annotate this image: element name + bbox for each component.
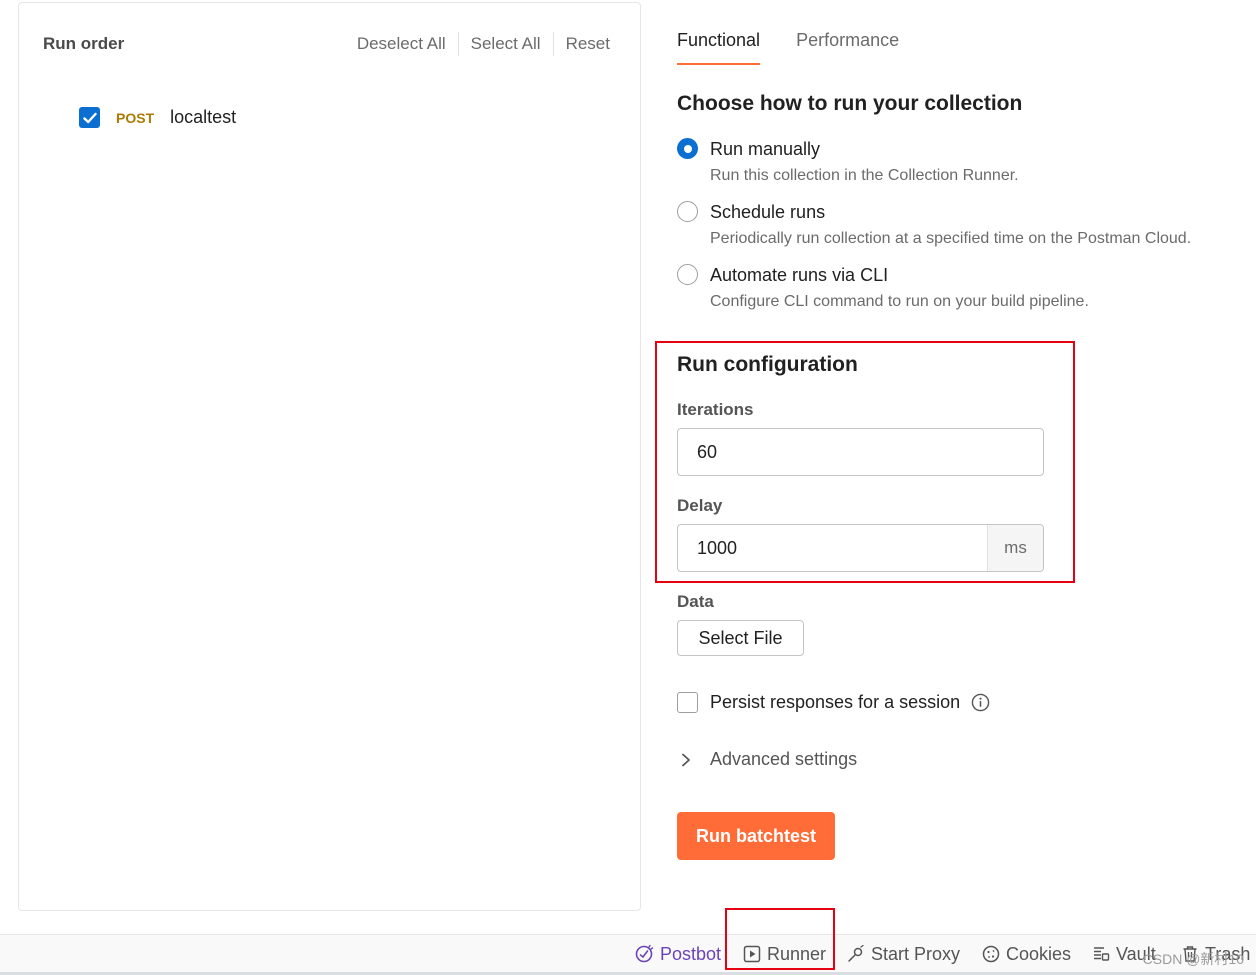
iterations-field[interactable] <box>677 428 1044 476</box>
runner-label: Runner <box>767 943 827 964</box>
deselect-all-button[interactable]: Deselect All <box>345 34 458 54</box>
run-order-header: Run order Deselect All Select All Reset <box>43 31 616 57</box>
automate-cli-radio[interactable] <box>677 264 698 285</box>
run-manually-option[interactable]: Run manually Run this collection in the … <box>677 137 1019 187</box>
runner-tabs: Functional Performance <box>677 30 935 65</box>
cookies-label: Cookies <box>1006 943 1072 964</box>
delay-label: Delay <box>677 496 723 515</box>
runner-icon <box>743 945 761 963</box>
delay-field[interactable]: ms <box>677 524 1044 572</box>
run-collection-button[interactable]: Run batchtest <box>677 812 835 860</box>
data-label: Data <box>677 592 714 611</box>
persist-responses-option[interactable]: Persist responses for a session <box>677 692 990 713</box>
run-manually-description: Run this collection in the Collection Ru… <box>710 167 1019 184</box>
schedule-runs-label: Schedule runs <box>710 202 826 222</box>
request-item[interactable]: POST localtest <box>79 107 236 128</box>
run-order-actions: Deselect All Select All Reset <box>345 32 616 56</box>
schedule-runs-radio[interactable] <box>677 201 698 222</box>
request-checkbox[interactable] <box>79 107 100 128</box>
automate-cli-description: Configure CLI command to run on your bui… <box>710 293 1089 310</box>
request-name: localtest <box>170 107 237 127</box>
run-manually-radio[interactable] <box>677 138 698 159</box>
start-proxy-button[interactable]: Start Proxy <box>847 935 960 973</box>
select-all-button[interactable]: Select All <box>459 34 553 54</box>
run-manually-label: Run manually <box>710 139 821 159</box>
automate-cli-label: Automate runs via CLI <box>710 265 889 285</box>
reset-button[interactable]: Reset <box>554 34 616 54</box>
status-bar: Postbot Runner Start Proxy Cookies Vault… <box>0 934 1256 975</box>
postbot-label: Postbot <box>660 943 722 964</box>
automate-cli-option[interactable]: Automate runs via CLI Configure CLI comm… <box>677 263 1089 313</box>
run-configuration-title: Run configuration <box>677 353 858 376</box>
schedule-runs-option[interactable]: Schedule runs Periodically run collectio… <box>677 200 1191 250</box>
proxy-icon <box>848 945 864 962</box>
run-mode-title: Choose how to run your collection <box>677 92 1023 115</box>
postbot-button[interactable]: Postbot <box>634 935 721 973</box>
vault-icon <box>1094 947 1110 961</box>
tab-performance[interactable]: Performance <box>796 30 899 65</box>
request-method: POST <box>116 109 155 126</box>
schedule-runs-description: Periodically run collection at a specifi… <box>710 230 1192 247</box>
watermark: CSDN @新村10 <box>1142 951 1244 967</box>
runner-button[interactable]: Runner <box>743 935 826 973</box>
cookie-icon <box>982 945 1000 963</box>
cookies-button[interactable]: Cookies <box>982 935 1071 973</box>
tab-functional[interactable]: Functional <box>677 30 761 65</box>
chevron-right-icon <box>682 753 690 766</box>
postbot-icon <box>635 944 654 963</box>
start-proxy-label: Start Proxy <box>871 943 961 964</box>
iterations-input[interactable] <box>678 429 1043 475</box>
info-icon[interactable] <box>971 693 990 712</box>
delay-input[interactable] <box>678 525 987 571</box>
run-order-panel: Run order Deselect All Select All Reset … <box>18 2 641 911</box>
persist-responses-checkbox[interactable] <box>677 692 698 713</box>
run-order-title: Run order <box>43 34 125 53</box>
persist-responses-label: Persist responses for a session <box>710 692 961 712</box>
checkmark-icon <box>82 112 97 123</box>
advanced-settings-label: Advanced settings <box>710 749 858 769</box>
delay-unit: ms <box>987 525 1043 571</box>
select-file-button[interactable]: Select File <box>677 620 804 656</box>
advanced-settings-toggle[interactable]: Advanced settings <box>681 749 857 770</box>
iterations-label: Iterations <box>677 400 754 419</box>
